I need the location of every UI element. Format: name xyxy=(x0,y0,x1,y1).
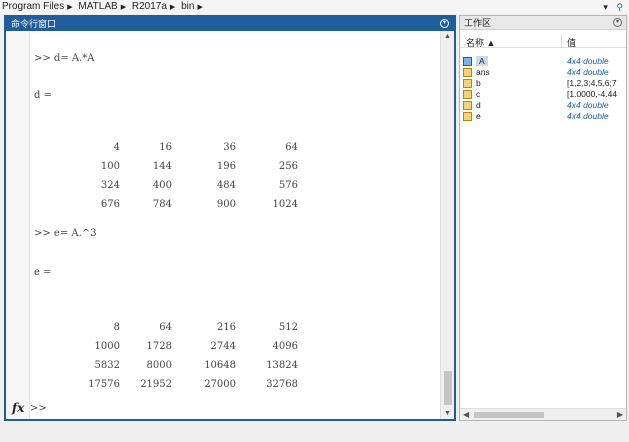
command-window-title: 命令行窗口 xyxy=(11,19,57,29)
matrix-cell: 512 xyxy=(278,322,298,333)
column-divider[interactable] xyxy=(561,34,562,48)
workspace-row[interactable]: A 4x4 double xyxy=(460,56,626,67)
variable-label: e = xyxy=(34,267,52,278)
matrix-cell: 676 xyxy=(100,199,120,210)
breadcrumb-matlab[interactable]: MATLAB xyxy=(78,1,117,12)
variable-value: 4x4 double xyxy=(567,100,609,110)
matrix-cell: 256 xyxy=(278,161,298,172)
variable-name: b xyxy=(476,78,481,88)
matrix-variable-icon xyxy=(463,57,472,66)
matrix-cell: 8000 xyxy=(146,360,172,371)
command-window-titlebar: 命令行窗口 ▾ xyxy=(6,17,454,31)
scroll-left-icon[interactable]: ◀ xyxy=(463,410,469,419)
matrix-cell: 13824 xyxy=(266,360,298,371)
matrix-cell: 576 xyxy=(278,180,298,191)
variable-value: [1.0000,-4.44 xyxy=(567,89,618,99)
matrix-cell: 27000 xyxy=(204,379,236,390)
variable-name: A xyxy=(476,56,488,66)
matrix-cell: 400 xyxy=(152,180,172,191)
dropdown-arrow-icon[interactable]: ▾ xyxy=(603,2,608,12)
workspace-titlebar: 工作区 ▾ xyxy=(460,16,626,30)
panel-menu-icon[interactable]: ▾ xyxy=(613,18,622,27)
matrix-cell: 4 xyxy=(113,142,120,153)
panel-menu-icon[interactable]: ▾ xyxy=(440,19,449,28)
matrix-cell: 144 xyxy=(152,161,172,172)
matrix-variable-icon xyxy=(463,101,472,110)
matrix-cell: 1728 xyxy=(146,341,172,352)
breadcrumb-separator-icon: ▶ xyxy=(120,4,127,11)
workspace-header: 名称 ▲ 值 xyxy=(460,34,626,48)
breadcrumb-r2017a[interactable]: R2017a xyxy=(132,1,167,12)
matrix-cell: 1024 xyxy=(272,199,298,210)
workspace-panel: 工作区 ▾ 名称 ▲ 值 A 4x4 double ans 4x4 double b [1… xyxy=(459,15,627,421)
command-output[interactable]: >> d= A.*A d = 4 16 36 64 100 144 196 256 324 400… xyxy=(6,31,440,419)
column-header-name[interactable]: 名称 ▲ xyxy=(466,36,495,49)
variable-name: c xyxy=(476,89,481,99)
horizontal-scrollbar[interactable]: ◀ ▶ xyxy=(460,408,626,420)
scrollbar-thumb[interactable] xyxy=(444,371,452,405)
matrix-cell: 196 xyxy=(216,161,236,172)
variable-name: ans xyxy=(476,67,490,77)
matrix-variable-icon xyxy=(463,68,472,77)
scroll-right-icon[interactable]: ▶ xyxy=(617,410,623,419)
matrix-cell: 484 xyxy=(216,180,236,191)
matrix-cell: 21952 xyxy=(140,379,172,390)
workspace-row[interactable]: b [1,2,3;4,5,6;7 xyxy=(460,78,626,89)
matrix-cell: 4096 xyxy=(272,341,298,352)
function-browser-icon[interactable]: fx xyxy=(12,401,24,415)
workspace-row[interactable]: e 4x4 double xyxy=(460,111,626,122)
matrix-cell: 324 xyxy=(100,180,120,191)
matrix-cell: 16 xyxy=(159,142,172,153)
scrollbar-thumb[interactable] xyxy=(474,412,544,418)
matrix-cell: 900 xyxy=(216,199,236,210)
scroll-down-icon[interactable]: ▼ xyxy=(444,410,451,417)
variable-name: e xyxy=(476,111,481,121)
gutter xyxy=(6,31,30,419)
workspace-row[interactable]: ans 4x4 double xyxy=(460,67,626,78)
matrix-variable-icon xyxy=(463,90,472,99)
breadcrumb-bin[interactable]: bin xyxy=(181,1,194,12)
matrix-cell: 100 xyxy=(100,161,120,172)
breadcrumb-separator-icon: ▶ xyxy=(197,4,203,11)
matrix-cell: 32768 xyxy=(266,379,298,390)
matrix-cell: 5832 xyxy=(94,360,120,371)
variable-value: [1,2,3;4,5,6;7 xyxy=(567,78,617,88)
variable-value: 4x4 double xyxy=(567,56,609,66)
matrix-cell: 1000 xyxy=(94,341,120,352)
matrix-cell: 8 xyxy=(113,322,120,333)
scroll-up-icon[interactable]: ▲ xyxy=(444,33,451,40)
search-icon[interactable]: ⚲ xyxy=(616,2,623,12)
matrix-cell: 2744 xyxy=(210,341,236,352)
command-window: 命令行窗口 ▾ >> d= A.*A d = 4 16 36 64 100 144 196 2… xyxy=(4,15,456,421)
variable-name: d xyxy=(476,100,481,110)
command-line: >> d= A.*A xyxy=(34,53,95,64)
variable-value: 4x4 double xyxy=(567,67,609,77)
variable-label: d = xyxy=(34,90,52,101)
variable-value: 4x4 double xyxy=(567,111,609,121)
breadcrumb-separator-icon: ▶ xyxy=(169,4,176,11)
command-prompt[interactable]: >> xyxy=(30,403,47,414)
matrix-variable-icon xyxy=(463,112,472,121)
matrix-cell: 64 xyxy=(285,142,298,153)
column-header-value[interactable]: 值 xyxy=(567,36,576,49)
address-bar[interactable]: Program Files ▶ MATLAB ▶ R2017a ▶ bin ▶ ▾ ⚲ xyxy=(0,0,629,14)
matrix-cell: 216 xyxy=(216,322,236,333)
workspace-title: 工作区 xyxy=(464,18,492,28)
matrix-cell: 10648 xyxy=(204,360,236,371)
matrix-cell: 64 xyxy=(159,322,172,333)
matrix-variable-icon xyxy=(463,79,472,88)
workspace-row[interactable]: c [1.0000,-4.44 xyxy=(460,89,626,100)
vertical-scrollbar[interactable]: ▲ ▼ xyxy=(440,31,454,419)
matrix-cell: 17576 xyxy=(88,379,120,390)
matrix-cell: 36 xyxy=(223,142,236,153)
matrix-cell: 784 xyxy=(152,199,172,210)
workspace-row[interactable]: d 4x4 double xyxy=(460,100,626,111)
breadcrumb-separator-icon: ▶ xyxy=(67,4,73,11)
breadcrumb-program-files[interactable]: Program Files xyxy=(2,1,64,12)
command-line: >> e= A.^3 xyxy=(34,228,97,239)
